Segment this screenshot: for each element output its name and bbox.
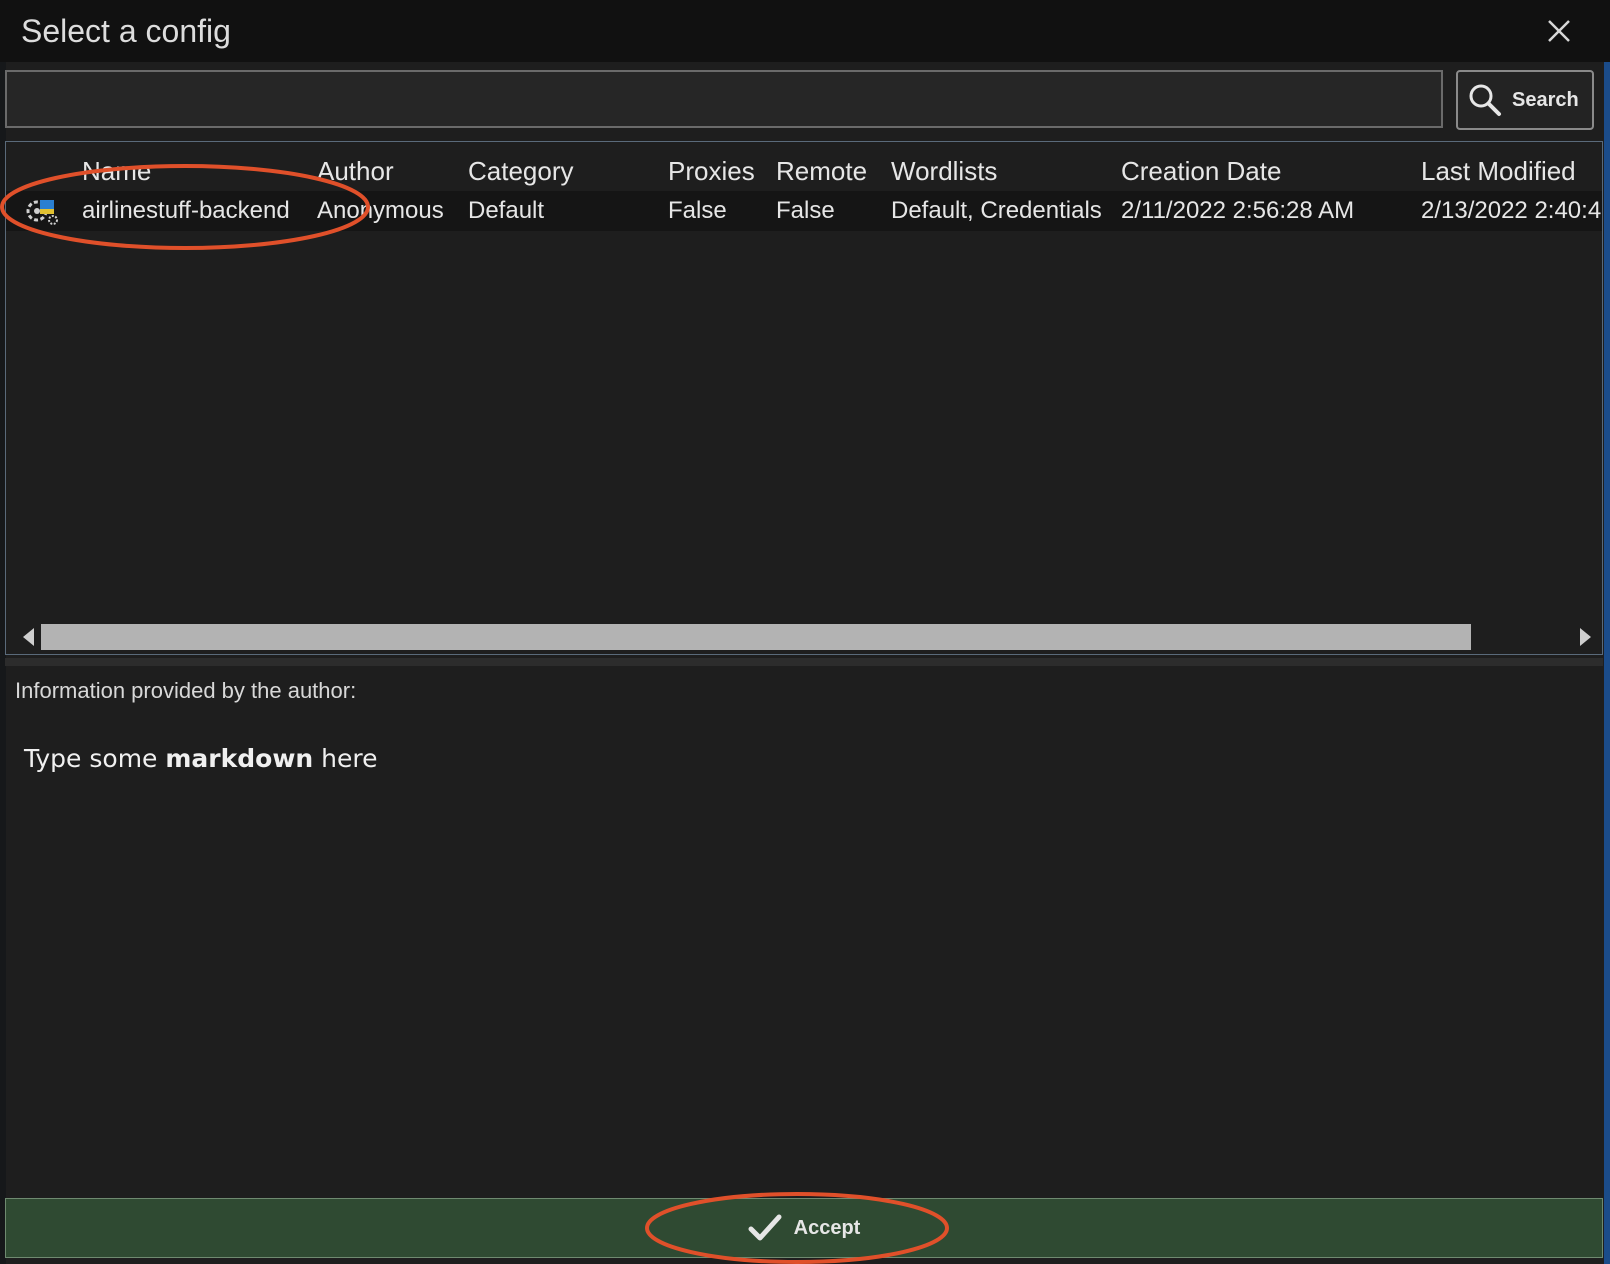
scrollbar-thumb[interactable] [41,624,1471,650]
search-button-label: Search [1512,88,1579,111]
horizontal-scrollbar[interactable] [6,620,1602,654]
close-icon[interactable] [1540,12,1578,50]
column-header-proxies[interactable]: Proxies [668,151,755,191]
arrow-right-icon[interactable] [1574,626,1596,648]
cell-last-modified: 2/13/2022 2:40:4 [1421,197,1602,224]
cell-wordlists: Default, Credentials [891,197,1102,224]
column-header-last-modified[interactable]: Last Modified [1421,151,1576,191]
cell-proxies: False [668,197,727,224]
search-icon [1469,84,1501,116]
author-info-content: Type some markdown here [24,744,378,773]
info-text-bold: markdown [165,744,314,773]
accept-button-label: Accept [793,1216,861,1239]
config-icon [26,200,58,225]
cell-name: airlinestuff-backend [82,197,290,224]
cell-remote: False [776,197,835,224]
dialog-title: Select a config [21,13,231,49]
cell-category: Default [468,197,545,224]
arrow-left-icon[interactable] [18,626,40,648]
search-input[interactable] [5,70,1443,128]
config-table: Name Author Category Proxies Remote Word… [5,141,1603,655]
info-text-before: Type some [24,744,166,773]
info-text-after: here [313,744,378,773]
author-info-label: Information provided by the author: [15,678,357,703]
window-edge-right [1604,0,1610,1264]
column-header-author[interactable]: Author [317,151,394,191]
table-row[interactable]: airlinestuff-backend Anonymous Default F… [6,191,1602,231]
cell-author: Anonymous [317,197,444,224]
column-header-name[interactable]: Name [82,151,151,191]
column-header-remote[interactable]: Remote [776,151,867,191]
column-header-category[interactable]: Category [468,151,574,191]
panel-divider[interactable] [5,658,1603,666]
cell-creation-date: 2/11/2022 2:56:28 AM [1121,197,1355,224]
search-button[interactable]: Search [1456,70,1594,130]
column-header-wordlists[interactable]: Wordlists [891,151,997,191]
title-bar: Select a config [0,0,1610,62]
column-header-creation-date[interactable]: Creation Date [1121,151,1281,191]
table-header: Name Author Category Proxies Remote Word… [6,151,1602,191]
check-icon [748,1214,782,1241]
accept-button[interactable]: Accept [5,1198,1603,1258]
